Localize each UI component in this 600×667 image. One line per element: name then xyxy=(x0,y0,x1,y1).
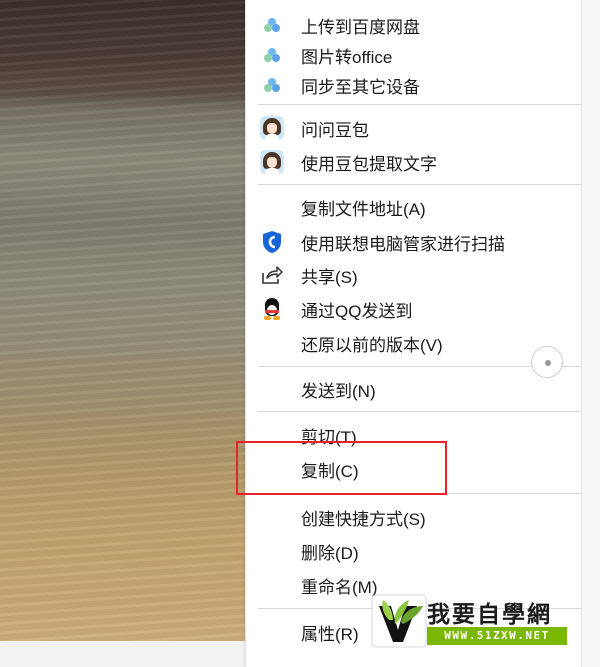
menu-item-send-qq[interactable]: 通过QQ发送到 xyxy=(246,294,582,324)
menu-item-label: 通过QQ发送到 xyxy=(301,301,413,321)
menu-item-copy-path[interactable]: 复制文件地址(A) xyxy=(246,192,582,222)
doubao-avatar-icon xyxy=(259,149,285,175)
menu-item-delete[interactable]: 删除(D) xyxy=(246,536,582,566)
menu-item-sync-devices[interactable]: 同步至其它设备 xyxy=(246,70,582,100)
background-photo xyxy=(0,0,245,641)
menu-item-lenovo-scan[interactable]: 使用联想电脑管家进行扫描 xyxy=(246,227,582,257)
menu-item-label: 重命名(M) xyxy=(301,577,378,597)
menu-item-label: 上传到百度网盘 xyxy=(301,17,420,37)
menu-item-label: 图片转office xyxy=(301,47,393,67)
menu-item-label: 复制文件地址(A) xyxy=(301,199,426,219)
watermark-logo-icon xyxy=(371,594,427,648)
lenovo-shield-icon xyxy=(259,229,285,255)
watermark-url: WWW.51ZXW.NET xyxy=(427,627,567,645)
background-strip xyxy=(0,641,245,667)
menu-item-label: 发送到(N) xyxy=(301,381,376,401)
watermark: 我要自學網 WWW.51ZXW.NET xyxy=(371,594,567,648)
menu-item-share[interactable]: 共享(S) xyxy=(246,260,582,290)
menu-separator xyxy=(258,411,582,412)
menu-item-upload-baidu[interactable]: 上传到百度网盘 xyxy=(246,10,582,40)
menu-item-label: 属性(R) xyxy=(301,624,359,644)
menu-item-send-to[interactable]: 发送到(N) xyxy=(246,374,582,404)
menu-item-label: 问问豆包 xyxy=(301,120,369,140)
baidu-netdisk-icon xyxy=(259,42,285,68)
baidu-netdisk-icon xyxy=(259,72,285,98)
scroll-indicator-icon[interactable] xyxy=(531,346,563,378)
menu-item-label: 删除(D) xyxy=(301,543,359,563)
window-edge xyxy=(581,0,600,667)
menu-separator xyxy=(258,104,582,105)
menu-separator xyxy=(258,184,582,185)
menu-item-label: 还原以前的版本(V) xyxy=(301,335,443,355)
share-icon xyxy=(259,262,285,288)
menu-item-label: 共享(S) xyxy=(301,267,358,287)
menu-item-create-shortcut[interactable]: 创建快捷方式(S) xyxy=(246,502,582,532)
watermark-title: 我要自學網 xyxy=(427,602,552,628)
doubao-avatar-icon xyxy=(259,115,285,141)
qq-penguin-icon xyxy=(259,296,285,322)
menu-item-image-to-office[interactable]: 图片转office xyxy=(246,40,582,70)
menu-item-label: 同步至其它设备 xyxy=(301,77,420,97)
baidu-netdisk-icon xyxy=(259,12,285,38)
menu-item-label: 使用联想电脑管家进行扫描 xyxy=(301,234,505,254)
menu-item-label: 创建快捷方式(S) xyxy=(301,509,426,529)
menu-item-restore-versions[interactable]: 还原以前的版本(V) xyxy=(246,328,582,358)
context-menu: 上传到百度网盘 图片转office 同步至其它设备 问问豆包 使用豆包提取文字 … xyxy=(245,0,582,667)
menu-item-doubao-extract-text[interactable]: 使用豆包提取文字 xyxy=(246,147,582,177)
highlight-box xyxy=(236,441,447,495)
menu-item-label: 使用豆包提取文字 xyxy=(301,154,437,174)
menu-item-ask-doubao[interactable]: 问问豆包 xyxy=(246,113,582,143)
